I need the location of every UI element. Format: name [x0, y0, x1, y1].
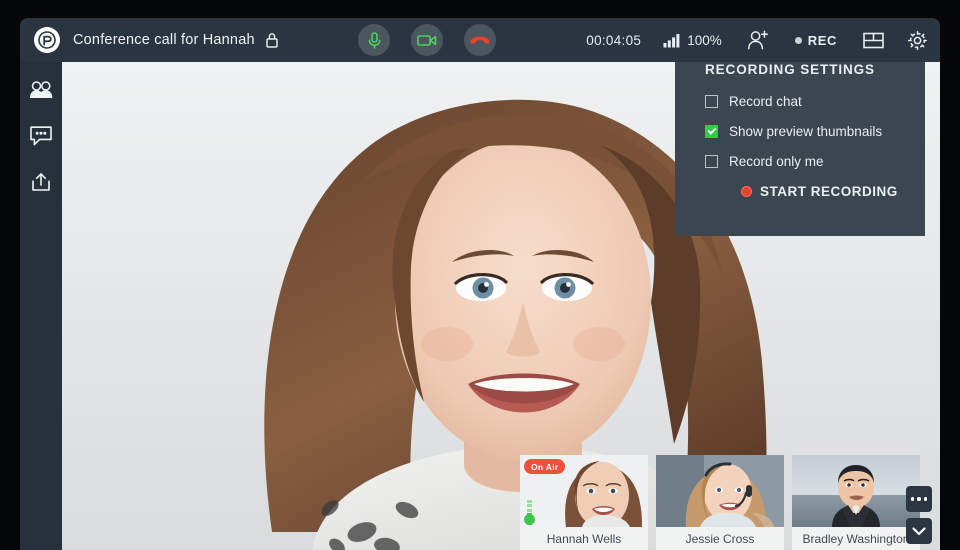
- record-indicator[interactable]: REC: [794, 32, 837, 48]
- sidebar-item-chat[interactable]: [27, 122, 55, 150]
- signal-bars-icon: [663, 33, 680, 47]
- recording-settings-title: RECORDING SETTINGS: [705, 62, 875, 77]
- add-user-icon: [747, 30, 768, 50]
- on-air-badge: On Air: [524, 459, 566, 474]
- thumbnail-bradley-washington[interactable]: Bradley Washington: [792, 455, 920, 550]
- layout-button[interactable]: [863, 31, 884, 50]
- share-upload-icon: [32, 173, 50, 191]
- microphone-icon: [368, 31, 380, 49]
- signal-percent: 100%: [687, 32, 722, 48]
- thumbnail-video: [792, 455, 920, 527]
- checkbox-record-only-me[interactable]: [705, 155, 718, 168]
- record-dot-icon: [794, 36, 802, 44]
- microphone-button[interactable]: [358, 24, 390, 56]
- hangup-button[interactable]: [464, 24, 496, 56]
- lock-icon: [265, 32, 279, 48]
- mic-active-icon: [524, 514, 535, 525]
- option-label: Record only me: [729, 154, 824, 169]
- title-bar: Conference call for Hannah 00:04:05 100%…: [20, 18, 940, 62]
- start-recording-button[interactable]: START RECORDING: [741, 184, 925, 199]
- sidebar-item-participants[interactable]: [27, 76, 55, 104]
- participant-thumbnail-strip: On Air Hannah Wells Jessie Cross Bradley…: [520, 455, 920, 550]
- chevron-down-icon: [912, 526, 926, 535]
- chat-bubble-icon: [30, 126, 52, 146]
- video-camera-icon: [417, 34, 437, 46]
- add-user-button[interactable]: [747, 30, 769, 50]
- call-timer: 00:04:05: [586, 32, 642, 48]
- more-options-button[interactable]: [906, 486, 932, 512]
- app-window: Conference call for Hannah 00:04:05 100%…: [20, 18, 940, 550]
- record-dot-icon: [741, 186, 752, 197]
- settings-button[interactable]: [907, 30, 928, 51]
- option-record-chat[interactable]: Record chat: [705, 94, 925, 109]
- sidebar-item-share[interactable]: [27, 168, 55, 196]
- status-controls: 00:04:05 100% REC: [586, 18, 928, 62]
- checkbox-show-preview-thumbnails[interactable]: [705, 125, 718, 138]
- gear-icon: [907, 30, 928, 50]
- recording-settings-panel: RECORDING SETTINGS Record chat Show prev…: [675, 34, 925, 236]
- page-title: Conference call for Hannah: [73, 32, 255, 48]
- call-controls: [358, 24, 496, 56]
- thumbnail-strip-controls: [906, 486, 932, 544]
- option-label: Show preview thumbnails: [729, 124, 883, 139]
- collapse-strip-button[interactable]: [906, 518, 932, 544]
- record-label: REC: [807, 32, 837, 48]
- layout-grid-icon: [863, 32, 884, 48]
- checkbox-record-chat[interactable]: [705, 95, 718, 108]
- thumbnail-name: Bradley Washington: [792, 527, 920, 550]
- thumbnail-name: Jessie Cross: [656, 527, 784, 550]
- people-icon: [30, 81, 53, 98]
- thumbnail-hannah-wells[interactable]: On Air Hannah Wells: [520, 455, 648, 550]
- option-show-preview-thumbnails[interactable]: Show preview thumbnails: [705, 124, 925, 139]
- screenshot-root: Conference call for Hannah 00:04:05 100%…: [0, 0, 960, 550]
- thumbnail-jessie-cross[interactable]: Jessie Cross: [656, 455, 784, 550]
- hangup-phone-icon: [470, 36, 490, 44]
- thumbnail-name: Hannah Wells: [520, 527, 648, 550]
- signal-strength: 100%: [663, 33, 722, 48]
- more-options-icon: [910, 497, 928, 501]
- camera-button[interactable]: [411, 24, 443, 56]
- app-logo-icon[interactable]: [34, 27, 60, 53]
- left-sidebar: [20, 62, 62, 550]
- option-record-only-me[interactable]: Record only me: [705, 154, 925, 169]
- start-recording-label: START RECORDING: [760, 184, 898, 199]
- thumbnail-video: [656, 455, 784, 527]
- option-label: Record chat: [729, 94, 802, 109]
